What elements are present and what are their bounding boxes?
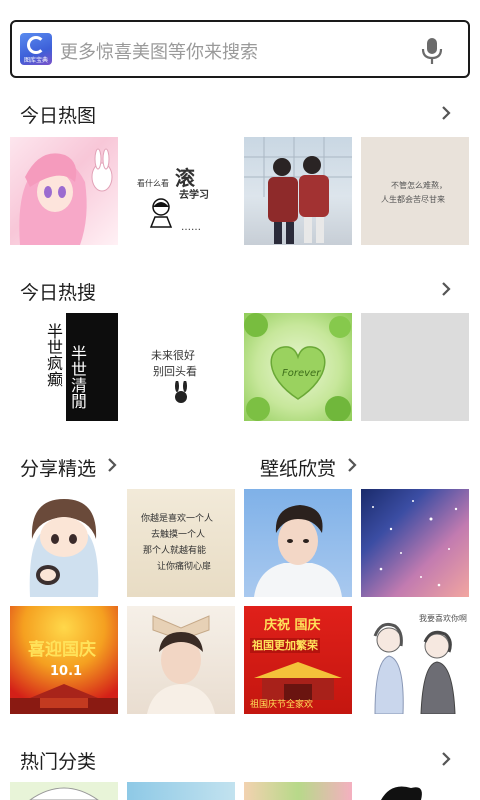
microphone-icon[interactable] [420,37,444,65]
search-input[interactable]: 更多惊喜美图等你来搜索 [60,38,258,64]
share-image-chibi[interactable] [10,489,118,597]
app-logo-icon: 图库宝典 [20,33,52,65]
section-title-hot-categories: 热门分类 [20,751,97,773]
section-title-today-hot-search: 今日热搜 [20,282,97,304]
hot-image-study-meme[interactable]: 看什么看 滚 去学习 …… [127,137,235,245]
hot-search-poem[interactable]: 半世疯癫 半世清閒 [10,313,118,421]
hot-search-clover-heart[interactable]: Forever [244,313,352,421]
share-image-handwritten-letter[interactable]: 你越是喜欢一个人 去触摸一个人 那个人就越有能 让你痛彻心扉 [127,489,235,597]
hot-image-quote-card[interactable]: 不管怎么难熬， 人生都会苦尽甘来 [361,137,469,245]
hot-image-couple-photo[interactable] [244,137,352,245]
section-title-wallpaper: 壁纸欣赏 [260,458,337,480]
share-image-national-day-1[interactable]: 喜迎国庆 10.1 [10,606,118,714]
category-thumb[interactable] [10,782,118,800]
category-thumb[interactable] [244,782,352,800]
search-bar[interactable]: 图库宝典 更多惊喜美图等你来搜索 [10,20,470,78]
chevron-right-icon[interactable] [104,457,120,473]
chevron-right-icon[interactable] [344,457,360,473]
hot-search-handwriting[interactable]: 未来很好 别回头看 [127,313,235,421]
section-title-today-hot-images: 今日热图 [20,105,97,127]
category-thumb[interactable] [127,782,235,800]
category-thumb[interactable] [361,782,469,800]
wallpaper-comic-couple[interactable]: 我要喜欢你啊 [361,606,469,714]
chevron-right-icon[interactable] [438,751,454,767]
section-title-share-picks: 分享精选 [20,458,97,480]
wallpaper-national-day-2[interactable]: 庆祝 国庆 祖国更加繁荣 祖国庆节全家欢 [244,606,352,714]
wallpaper-portrait-boy[interactable] [244,489,352,597]
hot-search-placeholder[interactable] [361,313,469,421]
share-image-boy-with-book[interactable] [127,606,235,714]
wallpaper-galaxy[interactable] [361,489,469,597]
hot-image-anime-girl[interactable] [10,137,118,245]
chevron-right-icon[interactable] [438,105,454,121]
chevron-right-icon[interactable] [438,281,454,297]
